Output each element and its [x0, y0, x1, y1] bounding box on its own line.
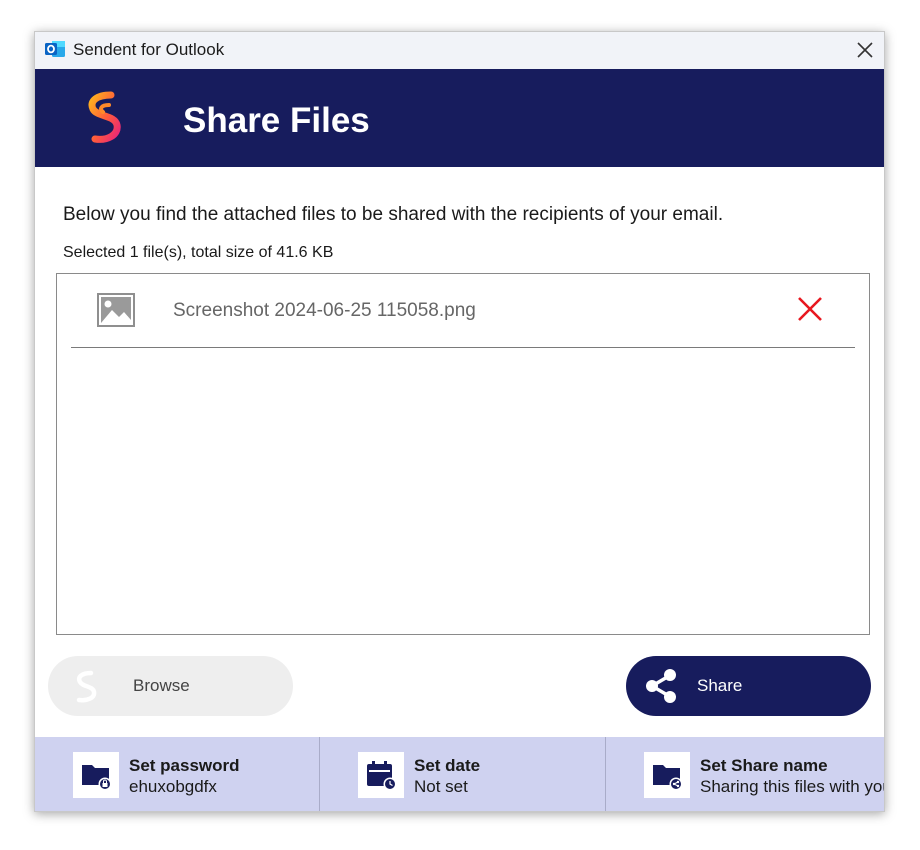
remove-file-button[interactable]: [795, 294, 825, 324]
set-date-option[interactable]: Set date Not set: [320, 737, 606, 811]
option-value: Not set: [414, 777, 468, 796]
calendar-clock-icon: [358, 752, 404, 798]
description-text: Below you find the attached files to be …: [63, 204, 724, 225]
set-password-option[interactable]: Set password ehuxobgdfx: [35, 737, 320, 811]
option-title: Set Share name: [700, 756, 828, 775]
outlook-icon: [45, 41, 65, 57]
red-x-icon: [798, 297, 822, 321]
sendent-logo: [88, 91, 121, 143]
file-name: Screenshot 2024-06-25 115058.png: [173, 300, 476, 321]
title-bar: Sendent for Outlook: [35, 32, 884, 69]
header-banner: Share Files: [35, 69, 884, 167]
selection-summary: Selected 1 file(s), total size of 41.6 K…: [63, 244, 334, 261]
option-value: Sharing this files with you: [700, 777, 885, 796]
folder-lock-icon: [73, 752, 119, 798]
option-value: ehuxobgdfx: [129, 777, 217, 796]
page-title: Share Files: [183, 101, 370, 140]
share-icon: [646, 669, 676, 703]
share-button[interactable]: Share: [626, 656, 871, 716]
browse-button[interactable]: Browse: [48, 656, 293, 716]
sendent-logo-icon: [76, 670, 97, 703]
option-title: Set password: [129, 756, 240, 775]
close-button[interactable]: [846, 32, 884, 69]
close-icon: [857, 42, 873, 58]
file-list[interactable]: Screenshot 2024-06-25 115058.png: [56, 273, 870, 635]
image-icon: [97, 293, 135, 327]
file-row[interactable]: Screenshot 2024-06-25 115058.png: [71, 274, 855, 348]
sendent-dialog: Sendent for Outlook Share Files Below yo…: [34, 31, 885, 812]
options-bar: Set password ehuxobgdfx Set date Not set: [35, 737, 885, 811]
window-title: Sendent for Outlook: [73, 40, 225, 59]
folder-share-icon: [644, 752, 690, 798]
share-label: Share: [697, 676, 743, 695]
browse-label: Browse: [133, 676, 190, 695]
set-share-name-option[interactable]: Set Share name Sharing this files with y…: [606, 737, 885, 811]
option-title: Set date: [414, 756, 481, 775]
